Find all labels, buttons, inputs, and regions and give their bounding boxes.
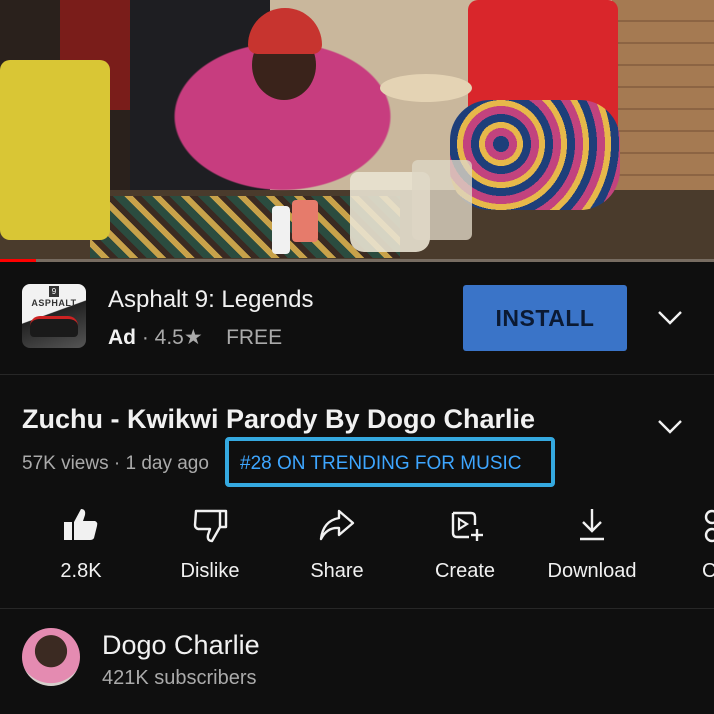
ad-meta-separator: ·: [141, 326, 155, 349]
ad-rating: 4.5★: [154, 326, 203, 349]
ad-title[interactable]: Asphalt 9: Legends: [108, 286, 314, 314]
like-count: 2.8K: [60, 560, 102, 582]
ad-label: Ad: [108, 326, 136, 349]
video-stats: 57K views · 1 day ago: [22, 453, 209, 474]
ad-price: FREE: [226, 326, 283, 349]
trending-link[interactable]: #28 ON TRENDING FOR MUSIC: [240, 453, 522, 475]
create-label: Create: [434, 560, 496, 582]
create-button[interactable]: Create: [400, 505, 530, 595]
clip-icon: [704, 509, 714, 543]
car-icon: [30, 316, 78, 337]
video-scene-floral-pants: [450, 100, 620, 210]
video-scene-jug-2: [412, 160, 472, 240]
ad-meta: Ad · 4.5★ FREE: [108, 325, 282, 350]
expand-description-chevron-icon[interactable]: [655, 412, 685, 442]
channel-subscribers: 421K subscribers: [102, 667, 257, 689]
ad-app-icon-brand: ASPHALT: [31, 298, 77, 308]
share-label: Share: [310, 560, 364, 582]
clip-button[interactable]: C: [654, 505, 714, 595]
install-button[interactable]: INSTALL: [463, 285, 627, 351]
video-title[interactable]: Zuchu - Kwikwi Parody By Dogo Charlie: [22, 404, 535, 435]
download-icon: [580, 509, 604, 541]
dislike-label: Dislike: [180, 560, 240, 582]
section-divider: [0, 608, 714, 609]
download-button[interactable]: Download: [527, 505, 657, 595]
channel-avatar[interactable]: [22, 628, 80, 686]
video-scene-bucket: [0, 60, 110, 240]
ad-app-icon[interactable]: 9 ASPHALT: [22, 284, 86, 348]
ad-meta-gap: [209, 326, 221, 349]
ad-app-icon-number: 9: [49, 286, 59, 297]
video-scene-bottle: [272, 206, 290, 254]
clip-label: C: [702, 560, 714, 582]
share-button[interactable]: Share: [272, 505, 402, 595]
channel-name[interactable]: Dogo Charlie: [102, 630, 260, 661]
video-scene-cup: [292, 200, 318, 242]
dislike-button[interactable]: Dislike: [145, 505, 275, 595]
video-player[interactable]: [0, 0, 714, 262]
thumbs-up-icon: [64, 509, 98, 540]
share-icon: [319, 509, 355, 541]
download-label: Download: [547, 560, 637, 582]
like-button[interactable]: 2.8K: [16, 505, 146, 595]
chevron-down-icon[interactable]: [655, 303, 685, 333]
video-scene-plate: [380, 74, 472, 102]
thumbs-down-icon: [193, 509, 228, 543]
create-icon: [451, 511, 483, 541]
